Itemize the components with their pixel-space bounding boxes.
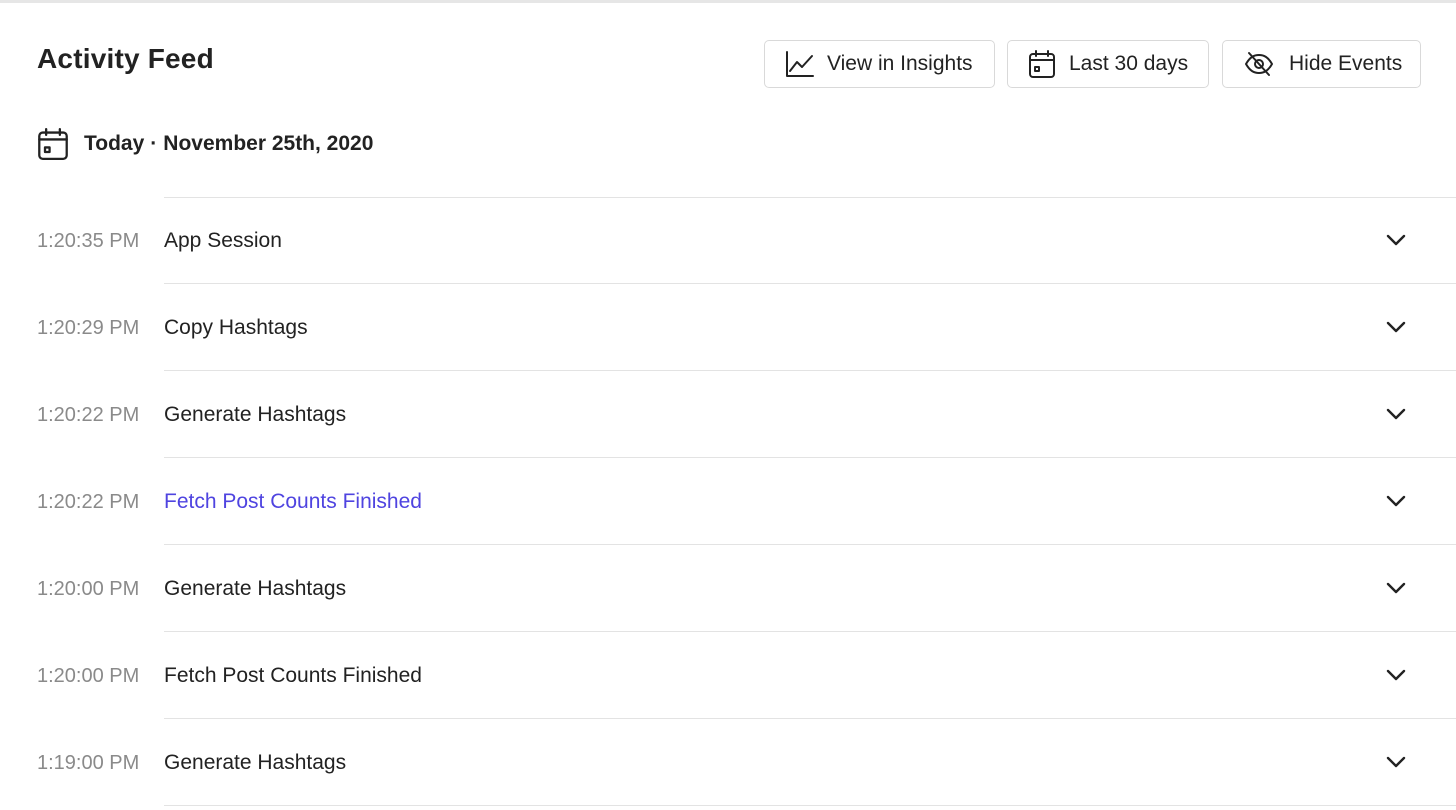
chevron-down-icon[interactable] <box>1384 405 1408 423</box>
event-time: 1:20:22 PM <box>37 404 140 426</box>
event-row[interactable]: 1:20:29 PM Copy Hashtags <box>0 284 1456 371</box>
date-range-label: Last 30 days <box>1069 52 1189 75</box>
event-time: 1:20:29 PM <box>37 317 140 339</box>
chevron-down-icon[interactable] <box>1384 492 1408 510</box>
event-name[interactable]: App Session <box>164 229 282 253</box>
calendar-icon <box>38 128 68 160</box>
chevron-down-icon[interactable] <box>1384 666 1408 684</box>
event-name[interactable]: Generate Hashtags <box>164 403 346 427</box>
event-row[interactable]: 1:20:22 PM Generate Hashtags <box>0 371 1456 458</box>
calendar-icon <box>1029 50 1055 78</box>
event-time: 1:20:00 PM <box>37 665 140 687</box>
event-time: 1:20:22 PM <box>37 491 140 513</box>
event-row[interactable]: 1:20:22 PM Fetch Post Counts Finished <box>0 458 1456 545</box>
event-row[interactable]: 1:20:00 PM Generate Hashtags <box>0 545 1456 632</box>
chevron-down-icon[interactable] <box>1384 318 1408 336</box>
date-group-separator: · <box>150 132 158 155</box>
event-row[interactable]: 1:20:35 PM App Session <box>0 197 1456 284</box>
view-in-insights-label: View in Insights <box>827 52 973 75</box>
event-name[interactable]: Fetch Post Counts Finished <box>164 664 422 688</box>
chevron-down-icon[interactable] <box>1384 231 1408 249</box>
eye-slash-icon <box>1244 51 1274 77</box>
event-time: 1:19:00 PM <box>37 752 140 774</box>
event-time: 1:20:00 PM <box>37 578 140 600</box>
chevron-down-icon[interactable] <box>1384 579 1408 597</box>
event-time: 1:20:35 PM <box>37 230 140 252</box>
date-group-date: November 25th, 2020 <box>163 132 374 155</box>
chevron-down-icon[interactable] <box>1384 753 1408 771</box>
event-list: 1:20:35 PM App Session 1:20:29 PM Copy Hash… <box>0 197 1456 806</box>
event-row[interactable]: 1:20:00 PM Fetch Post Counts Finished <box>0 632 1456 719</box>
activity-feed-page: Activity Feed View in Insights Last 30 d… <box>0 0 1456 810</box>
divider <box>164 805 1456 806</box>
date-group-day: Today <box>84 132 145 155</box>
event-name[interactable]: Generate Hashtags <box>164 751 346 775</box>
event-name[interactable]: Generate Hashtags <box>164 577 346 601</box>
hide-events-label: Hide Events <box>1289 52 1403 75</box>
event-name[interactable]: Copy Hashtags <box>164 316 308 340</box>
date-range-button[interactable]: Last 30 days <box>1007 40 1209 88</box>
date-group-header: Today · November 25th, 2020 <box>38 128 373 160</box>
page-title: Activity Feed <box>37 43 214 74</box>
event-name[interactable]: Fetch Post Counts Finished <box>164 490 422 514</box>
line-chart-icon <box>786 51 814 77</box>
view-in-insights-button[interactable]: View in Insights <box>764 40 995 88</box>
hide-events-button[interactable]: Hide Events <box>1222 40 1421 88</box>
event-row[interactable]: 1:19:00 PM Generate Hashtags <box>0 719 1456 806</box>
